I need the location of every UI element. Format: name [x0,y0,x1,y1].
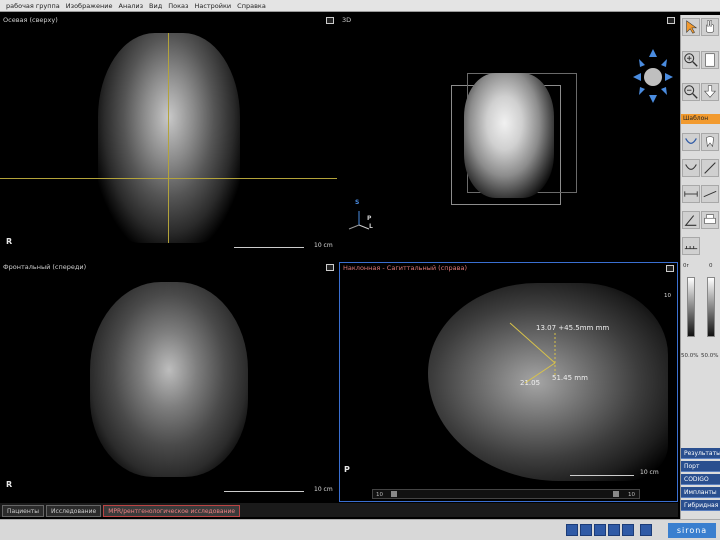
menu-item-analysis[interactable]: Анализ [119,2,144,10]
tab-patients[interactable]: Пациенты [2,505,45,517]
document-icon[interactable] [701,51,719,69]
slider-bottom-left-label: 50.0% [681,353,699,359]
orientation-label: P [344,465,350,474]
tooth-icon[interactable] [701,133,719,151]
axis-label-s: S [355,199,360,206]
viewport-title: Фронтальный (спереди) [3,263,87,271]
implants-button[interactable]: Импланты [681,487,720,498]
range-left-label: 10 [376,492,383,498]
scale-label: 10 cm [314,242,333,249]
scale-tool-icon[interactable] [682,237,700,255]
power-icon[interactable] [640,524,652,536]
slider-bottom-right-label: 50.0% [701,353,719,359]
range-thumb-right[interactable] [613,491,619,497]
maximize-button[interactable] [667,17,675,24]
tools-icon[interactable] [580,524,592,536]
menu-item-settings[interactable]: Настройки [194,2,231,10]
brightness-slider[interactable] [687,277,695,337]
tool-panel: Шаблон 0r 0 50.0% 50.0% Результаты Порт … [680,15,720,540]
menu-bar: рабочая группа Изображение Анализ Вид По… [0,0,720,12]
info-icon[interactable] [622,524,634,536]
scale-mark-top: 10 [664,293,671,299]
viewport-title: Осевая (сверху) [3,16,58,24]
ct-scan-image [90,282,248,477]
orientation-axes-icon [348,211,370,230]
hybrid-button[interactable]: Гибридная [681,500,720,511]
range-thumb-left[interactable] [391,491,397,497]
scale-bar [224,491,304,492]
measurement-label-1[interactable]: 13.07 +45.5mm mm [536,324,609,332]
curve-tool-icon[interactable] [682,133,700,151]
help-icon[interactable] [594,524,606,536]
check-icon[interactable] [566,524,578,536]
printer-icon[interactable] [701,211,719,229]
viewport-title: 3D [342,16,352,24]
zoom-out-icon[interactable] [682,83,700,101]
pointer-tool-icon[interactable] [682,18,700,36]
viewport-3d[interactable]: 3D S P L [339,15,678,260]
menu-item-help[interactable]: Справка [237,2,266,10]
tab-bar: Пациенты Исследование MPR/рентгенологиче… [0,503,678,517]
section-header: Шаблон [681,114,720,124]
maximize-button[interactable] [326,17,334,24]
download-icon[interactable] [701,83,719,101]
forward-icon[interactable] [608,524,620,536]
sirona-logo: sirona [668,523,716,538]
measurement-label-2[interactable]: 21.05 [520,379,540,387]
angle-tool-icon[interactable] [682,211,700,229]
maximize-button[interactable] [326,264,334,271]
distance-tool-icon[interactable] [682,185,700,203]
distance-tool-2-icon[interactable] [701,185,719,203]
viewport-axial[interactable]: Осевая (сверху) R 10 cm [0,15,337,260]
menu-item-display[interactable]: Показ [168,2,188,10]
ruler-tool-icon[interactable] [701,159,719,177]
codigo-button[interactable]: CODIGO [681,474,720,485]
3d-volume-render[interactable] [464,73,554,198]
ct-scan-image [98,33,240,243]
orientation-label: R [6,237,13,246]
scale-bar [234,247,304,248]
menu-item-workgroup[interactable]: рабочая группа [6,2,60,10]
slider-top-right-label: 0 [709,263,713,269]
curve-tool-2-icon[interactable] [682,159,700,177]
rotate-controls-icon[interactable] [631,37,675,103]
viewport-title: Наклонная - Сагиттальный (справа) [343,264,467,272]
crosshair-vertical[interactable] [168,33,169,243]
measurement-label-3[interactable]: 51.45 mm [552,374,588,382]
range-right-label: 10 [628,492,635,498]
menu-item-view[interactable]: Вид [149,2,162,10]
scale-label: 10 cm [640,469,659,476]
slice-range-slider[interactable]: 10 10 [372,489,640,499]
scale-bar [570,475,634,476]
contrast-slider[interactable] [707,277,715,337]
status-bar: sirona [0,519,720,540]
viewport-sagittal[interactable]: Наклонная - Сагиттальный (справа) 13.07 … [339,262,678,502]
menu-item-image[interactable]: Изображение [66,2,113,10]
tab-study[interactable]: Исследование [46,505,102,517]
tab-mpr[interactable]: MPR/рентгенологическое исследование [103,505,241,517]
port-button[interactable]: Порт [681,461,720,472]
viewport-frontal[interactable]: Фронтальный (спереди) R 10 cm [0,262,337,502]
scale-label: 10 cm [314,486,333,493]
slider-top-left-label: 0r [683,263,689,269]
orientation-label: R [6,480,13,489]
zoom-in-icon[interactable] [682,51,700,69]
hand-tool-icon[interactable] [701,18,719,36]
maximize-button[interactable] [666,265,674,272]
results-button[interactable]: Результаты [681,448,720,459]
